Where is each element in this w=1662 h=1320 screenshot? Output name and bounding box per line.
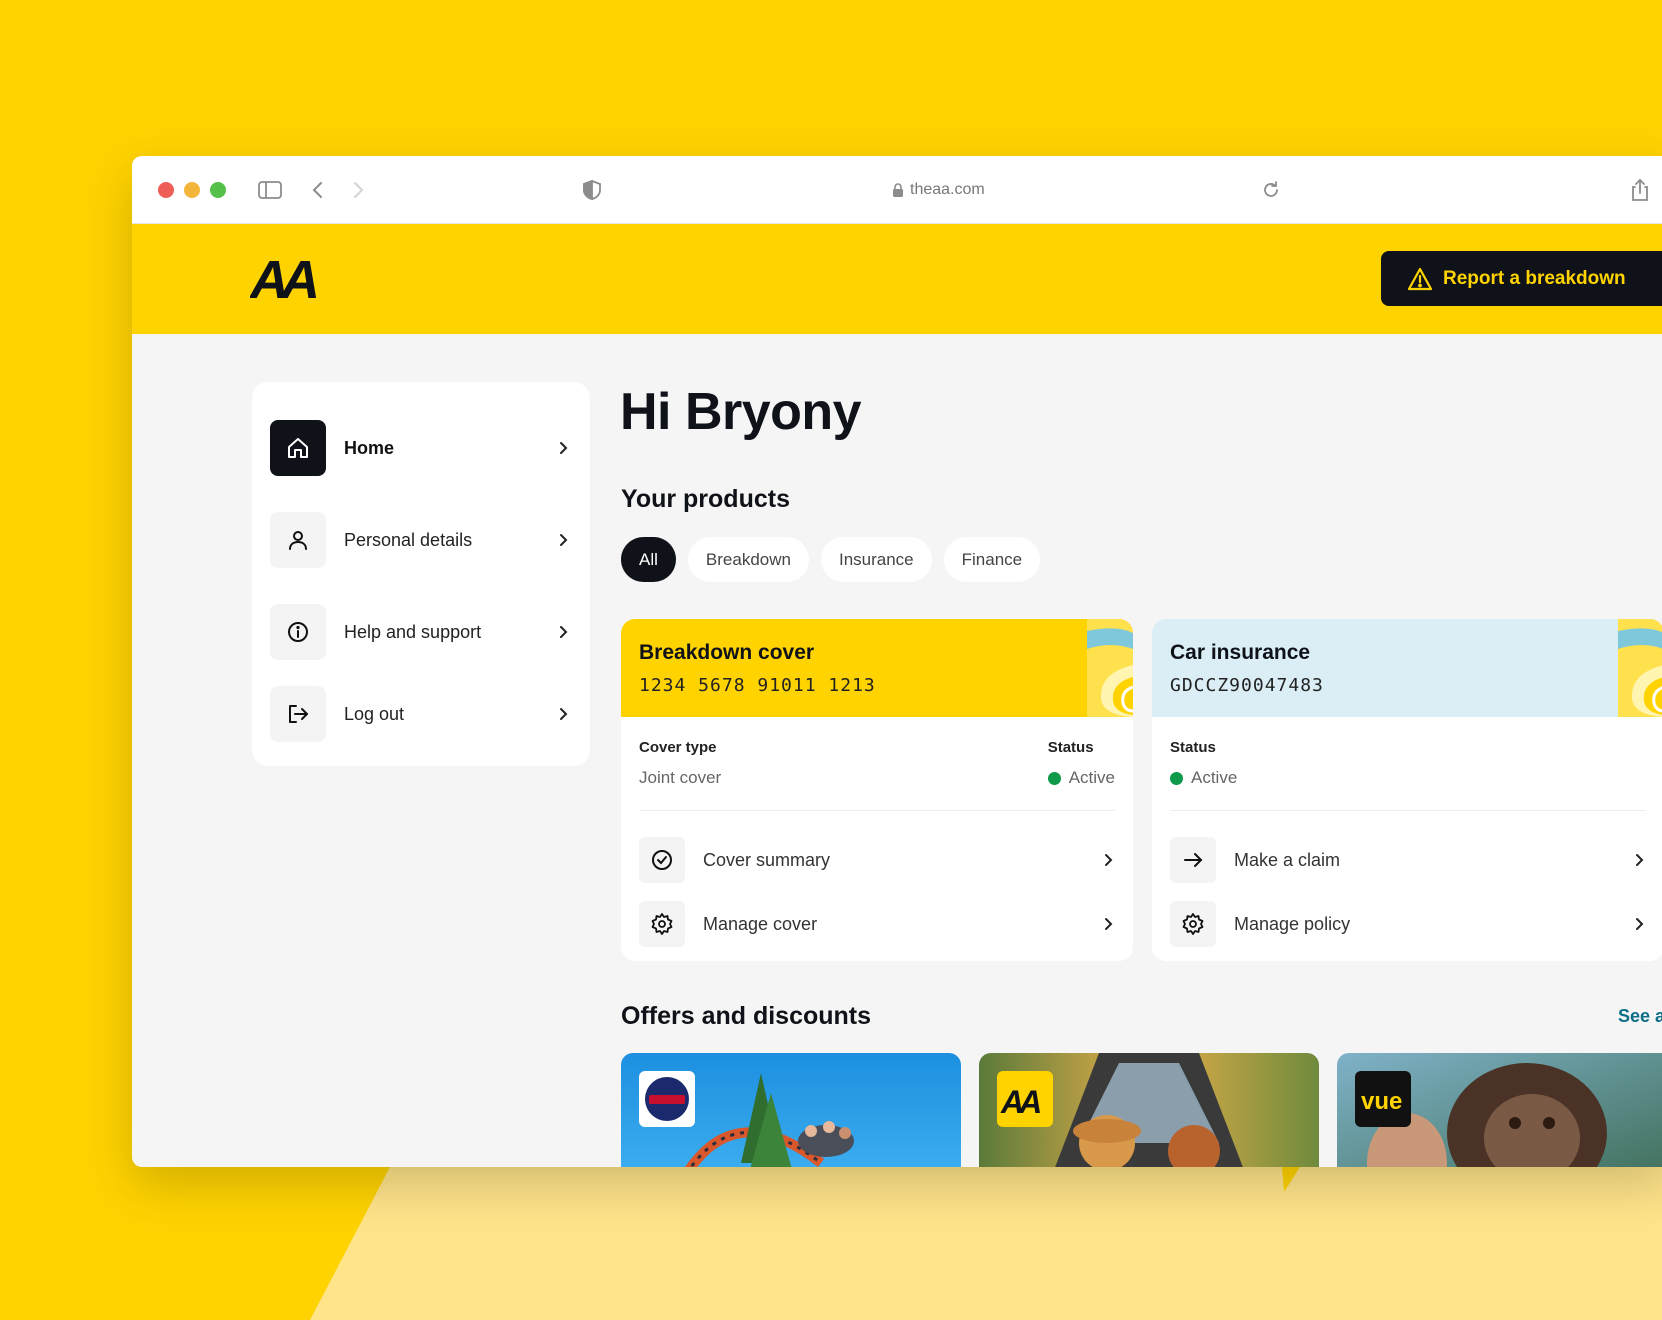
sidebar-item-help[interactable]: Help and support xyxy=(270,604,570,660)
status-label: Status xyxy=(1047,739,1094,756)
chevron-right-icon xyxy=(560,708,568,720)
membership-number: 1234 5678 91011 1213 xyxy=(639,675,876,696)
sidebar-item-label: Home xyxy=(344,437,395,458)
filter-breakdown[interactable]: Breakdown xyxy=(687,537,809,582)
offer-image: AA xyxy=(979,1053,1319,1167)
account-sidebar: Home Personal details Help and support L… xyxy=(252,382,590,766)
browser-toolbar: theaa.com xyxy=(132,156,1662,224)
chevron-right-icon xyxy=(1636,854,1644,866)
manage-policy-link[interactable]: Manage policy xyxy=(1170,901,1646,947)
filter-insurance[interactable]: Insurance xyxy=(820,537,932,582)
policy-number: GDCCZ90047483 xyxy=(1170,675,1324,696)
cover-type-value: Joint cover xyxy=(639,768,722,787)
sidebar-item-label: Log out xyxy=(344,703,405,724)
report-breakdown-button[interactable]: Report a breakdown xyxy=(1381,251,1662,306)
chevron-right-icon xyxy=(1105,918,1113,930)
offer-image xyxy=(621,1053,961,1167)
offer-card-vue[interactable]: vue xyxy=(1337,1053,1662,1167)
gear-icon xyxy=(639,901,685,947)
action-label: Manage cover xyxy=(703,913,818,934)
sidebar-item-label: Help and support xyxy=(344,621,482,642)
status-badge: Active xyxy=(1191,768,1238,787)
divider xyxy=(639,810,1115,811)
share-icon[interactable] xyxy=(1626,176,1654,204)
car-insurance-card: Car insurance GDCCZ90047483 Status Activ… xyxy=(1152,619,1662,961)
cover-summary-link[interactable]: Cover summary xyxy=(639,837,1115,883)
sidebar-item-label: Personal details xyxy=(344,529,473,550)
manage-cover-link[interactable]: Manage cover xyxy=(639,901,1115,947)
aa-logo[interactable]: AA xyxy=(250,252,322,304)
arrow-right-icon xyxy=(1170,837,1216,883)
status-active-icon xyxy=(1047,771,1061,785)
report-breakdown-label: Report a breakdown xyxy=(1443,267,1626,289)
sidebar-item-home[interactable]: Home xyxy=(270,420,570,476)
home-icon xyxy=(270,420,326,476)
offer-card-aa[interactable]: AA xyxy=(979,1053,1319,1167)
sidebar-item-logout[interactable]: Log out xyxy=(270,686,570,742)
svg-text:AA: AA xyxy=(250,252,317,304)
offers-heading: Offers and discounts xyxy=(621,1002,872,1030)
forward-icon[interactable] xyxy=(344,176,372,204)
page-title: Hi Bryony xyxy=(620,383,862,441)
offer-card-alton-towers[interactable] xyxy=(621,1053,961,1167)
chevron-right-icon xyxy=(560,626,568,638)
products-heading: Your products xyxy=(621,485,790,513)
cover-type-label: Cover type xyxy=(639,739,717,756)
card-body: Cover type Joint cover Status Active xyxy=(621,717,1133,811)
sidebar-item-personal-details[interactable]: Personal details xyxy=(270,512,570,568)
chevron-right-icon xyxy=(1636,918,1644,930)
minimize-window-button[interactable] xyxy=(184,182,200,198)
action-label: Cover summary xyxy=(703,849,831,870)
chevron-right-icon xyxy=(560,534,568,546)
see-all-link[interactable]: See all xyxy=(1618,1006,1662,1027)
svg-text:AA: AA xyxy=(1000,1084,1040,1120)
product-filters: All Breakdown Insurance Finance xyxy=(621,537,1041,582)
breakdown-cover-card: Breakdown cover 1234 5678 91011 1213 Cov… xyxy=(621,619,1133,961)
user-icon xyxy=(270,512,326,568)
browser-window: theaa.com AA Report a breakdown Home Per… xyxy=(132,156,1662,1167)
card-title: Car insurance xyxy=(1170,641,1311,664)
chevron-right-icon xyxy=(1105,854,1113,866)
site-header: AA Report a breakdown xyxy=(132,224,1662,334)
status-badge: Active xyxy=(1068,768,1115,787)
logout-icon xyxy=(270,686,326,742)
card-decoration xyxy=(1087,619,1133,717)
card-header: Breakdown cover 1234 5678 91011 1213 xyxy=(621,619,1133,717)
svg-text:vue: vue xyxy=(1361,1088,1402,1115)
lock-icon xyxy=(893,183,903,197)
info-icon xyxy=(270,604,326,660)
filter-finance[interactable]: Finance xyxy=(943,537,1041,582)
make-claim-link[interactable]: Make a claim xyxy=(1170,837,1646,883)
check-circle-icon xyxy=(639,837,685,883)
card-title: Breakdown cover xyxy=(639,641,815,664)
warning-icon xyxy=(1407,267,1433,290)
reload-icon[interactable] xyxy=(1260,179,1282,201)
url-text: theaa.com xyxy=(910,181,985,198)
action-label: Manage policy xyxy=(1234,913,1351,934)
divider xyxy=(1170,810,1646,811)
sidebar-toggle-icon[interactable] xyxy=(256,176,284,204)
close-window-button[interactable] xyxy=(158,182,174,198)
action-label: Make a claim xyxy=(1234,849,1341,870)
card-header: Car insurance GDCCZ90047483 xyxy=(1152,619,1662,717)
back-icon[interactable] xyxy=(304,176,332,204)
filter-all[interactable]: All xyxy=(621,537,676,582)
address-bar[interactable]: theaa.com xyxy=(892,178,985,202)
card-decoration xyxy=(1618,619,1662,717)
maximize-window-button[interactable] xyxy=(210,182,226,198)
offer-image: vue xyxy=(1337,1053,1662,1167)
privacy-shield-icon[interactable] xyxy=(578,176,606,204)
status-label: Status xyxy=(1170,739,1216,756)
gear-icon xyxy=(1170,901,1216,947)
status-active-icon xyxy=(1170,771,1183,785)
chevron-right-icon xyxy=(560,442,568,454)
card-body: Status Active xyxy=(1152,717,1662,811)
